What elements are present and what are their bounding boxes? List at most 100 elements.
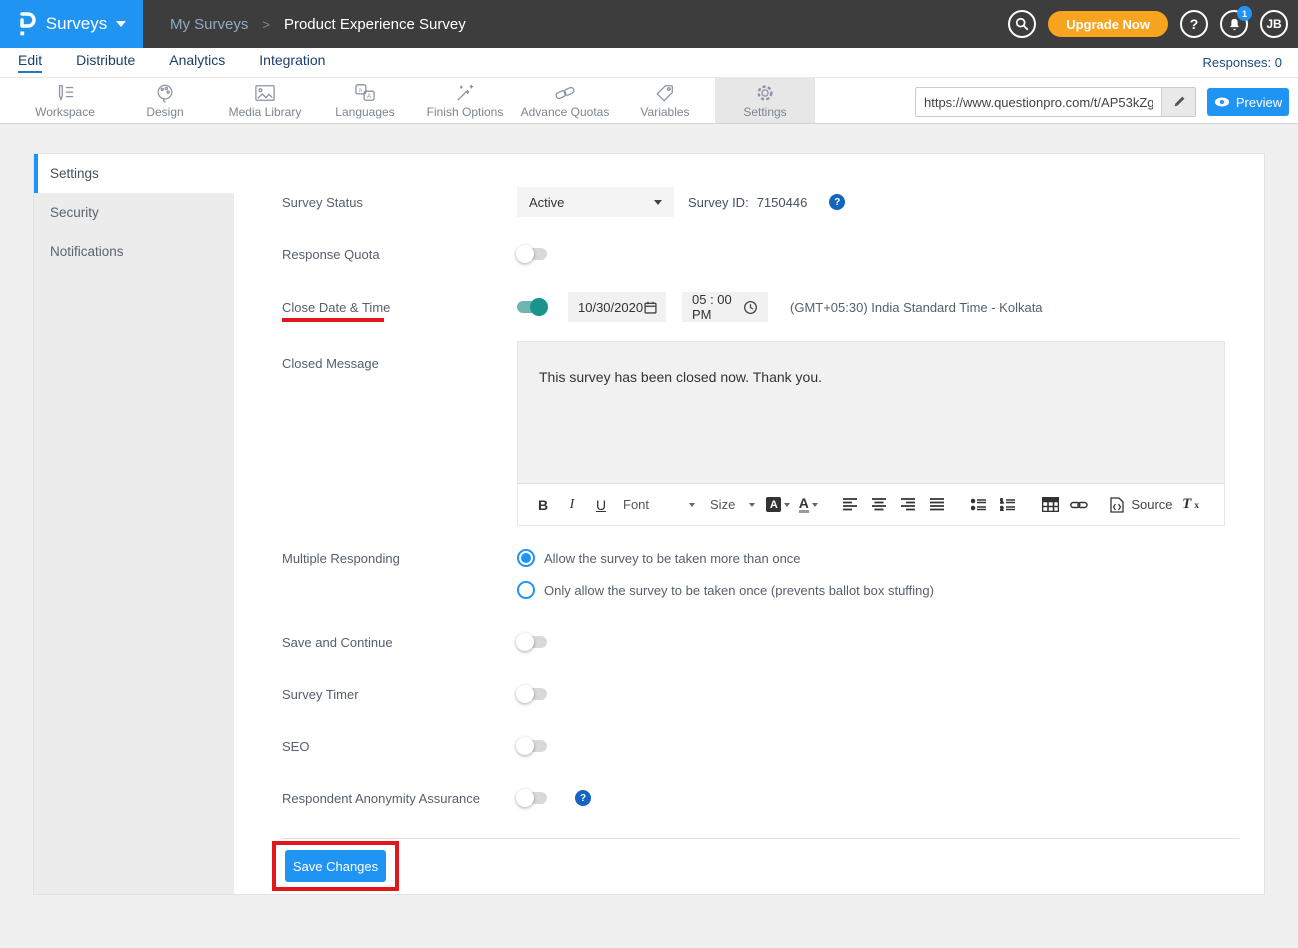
respondent-anonymity-label: Respondent Anonymity Assurance [282, 791, 517, 806]
toolbar-item-languages[interactable]: Aa Languages [315, 78, 415, 123]
upgrade-now-button[interactable]: Upgrade Now [1048, 11, 1168, 37]
gear-icon [754, 83, 776, 103]
breadcrumb: My Surveys > Product Experience Survey [170, 16, 466, 33]
radio-icon[interactable] [517, 549, 535, 567]
tab-analytics[interactable]: Analytics [169, 52, 225, 73]
insert-link-button[interactable] [1068, 493, 1090, 517]
survey-timer-label: Survey Timer [282, 687, 517, 702]
save-and-continue-row: Save and Continue [282, 627, 1239, 657]
bold-button[interactable]: B [532, 493, 554, 517]
chevron-down-icon [116, 21, 126, 27]
survey-timer-toggle[interactable] [517, 688, 547, 700]
seo-label: SEO [282, 739, 517, 754]
radio-option-multiple[interactable]: Allow the survey to be taken more than o… [517, 543, 934, 573]
sidebar-item-notifications[interactable]: Notifications [34, 232, 234, 271]
save-changes-button[interactable]: Save Changes [285, 850, 386, 882]
sidebar-item-settings[interactable]: Settings [34, 154, 234, 193]
tab-edit[interactable]: Edit [18, 52, 42, 73]
pencil-icon [1172, 95, 1186, 109]
toolbar-item-advance-quotas[interactable]: Advance Quotas [515, 78, 615, 123]
text-color-button[interactable]: A [797, 493, 819, 517]
search-icon [1015, 17, 1029, 31]
numbered-list-button[interactable]: 12 [997, 493, 1019, 517]
survey-id-label: Survey ID: [688, 195, 749, 210]
seo-row: SEO [282, 731, 1239, 761]
toolbar-item-variables[interactable]: Variables [615, 78, 715, 123]
seo-toggle[interactable] [517, 740, 547, 752]
close-date-label: Close Date & Time [282, 300, 517, 315]
survey-status-label: Survey Status [282, 195, 517, 210]
survey-status-select[interactable]: Active [517, 187, 674, 217]
align-center-button[interactable] [868, 493, 890, 517]
survey-id-help-icon[interactable]: ? [829, 194, 845, 210]
background-color-button[interactable]: A [766, 493, 790, 517]
close-date-row: Close Date & Time 10/30/2020 05 : 00 PM … [282, 292, 1239, 322]
toolbar-item-media-library[interactable]: Media Library [215, 78, 315, 123]
notification-count-badge: 1 [1237, 6, 1252, 21]
chevron-down-icon [749, 503, 755, 507]
magic-wand-icon [454, 83, 476, 103]
anonymity-help-icon[interactable]: ? [575, 790, 591, 806]
radio-option-once[interactable]: Only allow the survey to be taken once (… [517, 575, 934, 605]
breadcrumb-my-surveys[interactable]: My Surveys [170, 16, 248, 33]
image-icon [253, 83, 277, 103]
settings-card: Settings Security Notifications Survey S… [33, 153, 1265, 895]
notifications-button[interactable]: 1 [1220, 10, 1248, 38]
survey-url-input[interactable] [916, 95, 1161, 110]
calendar-icon [643, 300, 658, 315]
size-dropdown[interactable]: Size [706, 493, 759, 517]
respondent-anonymity-row: Respondent Anonymity Assurance ? [282, 783, 1239, 813]
close-date-toggle[interactable] [517, 301, 547, 313]
page-content: Settings Security Notifications Survey S… [0, 153, 1298, 948]
multiple-responding-row: Multiple Responding Allow the survey to … [282, 543, 1239, 605]
chevron-down-icon [689, 503, 695, 507]
source-button[interactable]: Source [1110, 493, 1172, 517]
align-left-button[interactable] [839, 493, 861, 517]
form-divider [282, 838, 1239, 839]
close-date-input[interactable]: 10/30/2020 [568, 292, 666, 322]
questionpro-logo-icon [17, 10, 37, 38]
help-button[interactable]: ? [1180, 10, 1208, 38]
respondent-anonymity-toggle[interactable] [517, 792, 547, 804]
breadcrumb-separator: > [262, 17, 270, 32]
multiple-responding-options: Allow the survey to be taken more than o… [517, 543, 934, 605]
remove-format-button[interactable]: Tx [1180, 493, 1202, 517]
sidebar-item-security[interactable]: Security [34, 193, 234, 232]
edit-toolbar: Workspace Design Media Library Aa Langua… [0, 77, 1298, 124]
palette-icon [154, 83, 176, 103]
edit-url-button[interactable] [1161, 88, 1195, 116]
close-time-input[interactable]: 05 : 00 PM [682, 292, 768, 322]
tag-icon [654, 83, 676, 103]
justify-button[interactable] [926, 493, 948, 517]
tab-distribute[interactable]: Distribute [76, 52, 135, 73]
tab-integration[interactable]: Integration [259, 52, 325, 73]
save-and-continue-toggle[interactable] [517, 636, 547, 648]
search-button[interactable] [1008, 10, 1036, 38]
svg-text:2: 2 [1000, 507, 1004, 511]
responses-count: Responses: 0 [1203, 55, 1283, 70]
underline-button[interactable]: U [590, 493, 612, 517]
workspace-icon [54, 83, 76, 103]
product-switcher[interactable]: Surveys [0, 0, 143, 48]
bullet-list-button[interactable] [968, 493, 990, 517]
font-dropdown[interactable]: Font [619, 493, 699, 517]
avatar[interactable]: JB [1260, 10, 1288, 38]
preview-button[interactable]: Preview [1207, 88, 1289, 116]
response-quota-toggle[interactable] [517, 248, 547, 260]
survey-status-row: Survey Status Active Survey ID: 7150446 … [282, 187, 1239, 217]
response-quota-label: Response Quota [282, 247, 517, 262]
rich-text-toolbar: B I U Font Size A A [518, 483, 1224, 525]
clock-icon [743, 300, 758, 315]
toolbar-item-design[interactable]: Design [115, 78, 215, 123]
toolbar-item-finish-options[interactable]: Finish Options [415, 78, 515, 123]
closed-message-text[interactable]: This survey has been closed now. Thank y… [518, 342, 1224, 483]
insert-table-button[interactable] [1039, 493, 1061, 517]
multiple-responding-label: Multiple Responding [282, 551, 517, 566]
radio-icon[interactable] [517, 581, 535, 599]
closed-message-editor: This survey has been closed now. Thank y… [517, 341, 1225, 526]
toolbar-item-workspace[interactable]: Workspace [15, 78, 115, 123]
italic-button[interactable]: I [561, 493, 583, 517]
toolbar-item-settings[interactable]: Settings [715, 78, 815, 123]
align-right-button[interactable] [897, 493, 919, 517]
question-mark-icon: ? [1190, 16, 1199, 32]
